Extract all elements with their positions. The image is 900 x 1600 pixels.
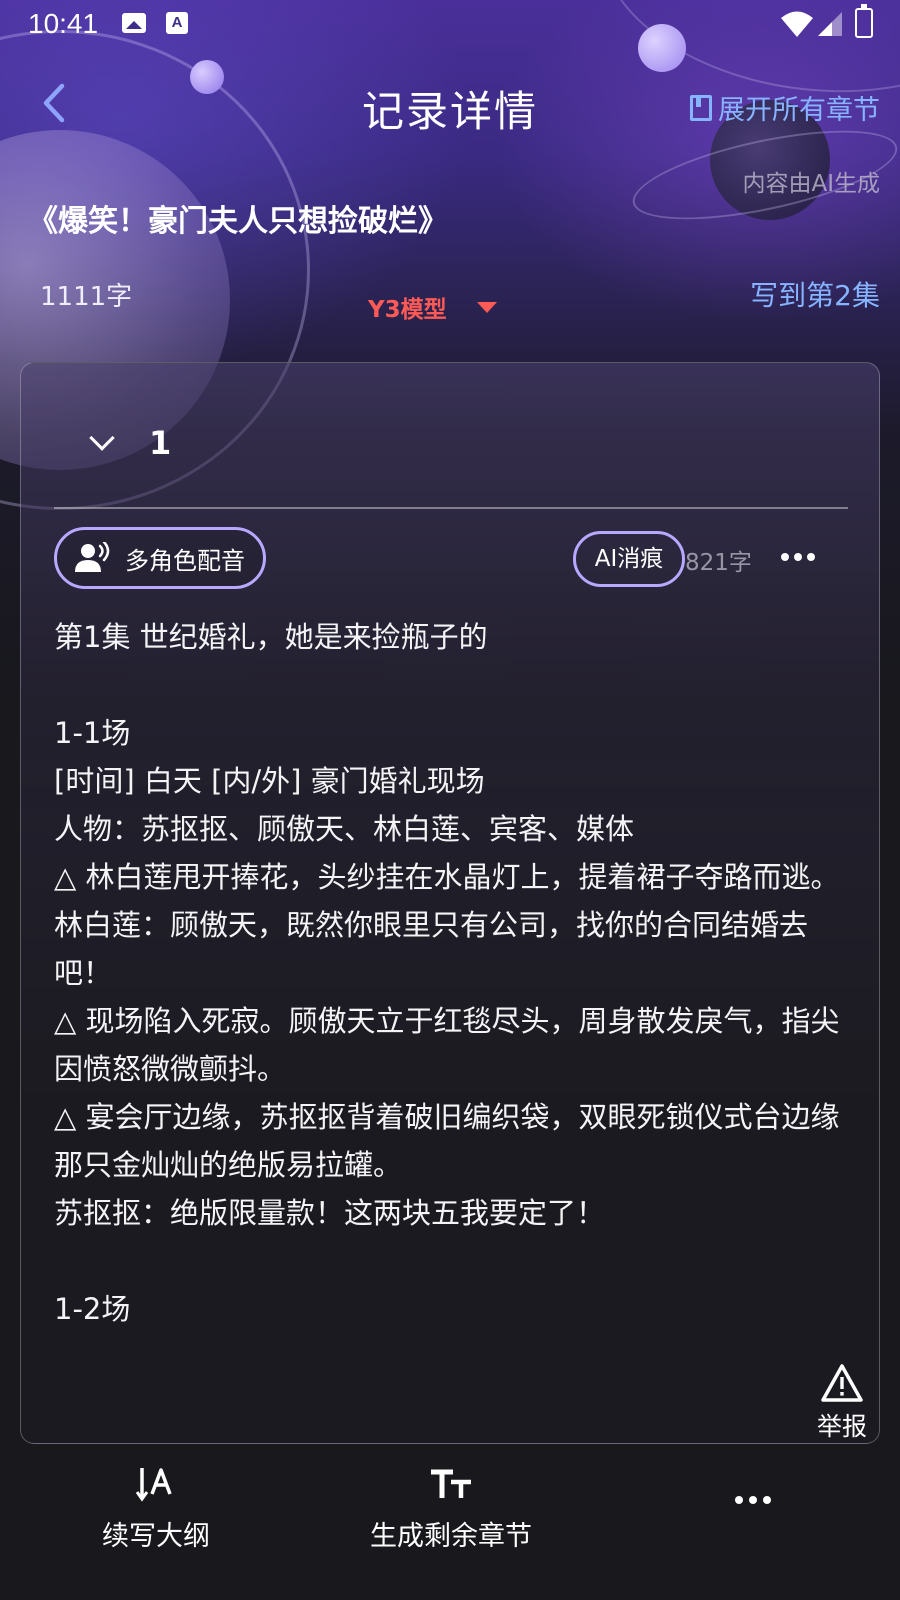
script-line: 1-2场 <box>54 1292 131 1326</box>
continue-outline-label: 续写大纲 <box>102 1521 210 1552</box>
script-line: △ 宴会厅边缘，苏抠抠背着破旧编织袋，双眼死锁仪式台边缘那只金灿灿的绝版易拉罐。 <box>54 1100 840 1182</box>
total-word-count: 1111字 <box>40 282 133 312</box>
script-line <box>54 661 844 709</box>
status-bar: 10:41 A <box>0 0 900 48</box>
text-cursor-icon <box>136 1468 172 1502</box>
status-time: 10:41 <box>28 8 99 39</box>
book-icon <box>690 94 712 121</box>
chapter-card: 1 多角色配音 AI消痕 821字 第1集 世纪婚礼，她是来捡瓶子的 1-1场 … <box>20 362 880 1444</box>
script-content: 第1集 世纪婚礼，她是来捡瓶子的 1-1场 [时间] 白天 [内/外] 豪门婚礼… <box>54 613 844 1333</box>
model-selector[interactable]: Y3模型 <box>368 290 497 324</box>
signal-icon <box>818 12 842 36</box>
script-line <box>54 1237 844 1285</box>
caret-down-icon <box>476 301 497 313</box>
script-line: 林白莲：顾傲天，既然你眼里只有公司，找你的合同结婚去吧！ <box>54 908 809 990</box>
chapter-toggle[interactable]: 1 <box>89 424 172 462</box>
script-line: [时间] 白天 [内/外] 豪门婚礼现场 <box>54 764 485 798</box>
expand-all-label: 展开所有章节 <box>718 95 880 126</box>
written-to-link[interactable]: 写到第2集 <box>750 274 880 314</box>
report-label: 举报 <box>816 1412 867 1441</box>
more-icon[interactable] <box>781 553 815 561</box>
voice-button-label: 多角色配音 <box>125 546 245 575</box>
generate-remaining-label: 生成剩余章节 <box>370 1521 532 1552</box>
continue-outline-button[interactable]: 续写大纲 <box>98 1460 214 1553</box>
script-line: 第1集 世纪婚礼，她是来捡瓶子的 <box>54 620 488 654</box>
voice-icon <box>75 542 110 572</box>
more-icon[interactable] <box>735 1496 771 1504</box>
bottom-toolbar: 续写大纲 生成剩余章节 <box>0 1460 900 1600</box>
multi-role-voice-button[interactable]: 多角色配音 <box>54 527 266 589</box>
script-line: △ 林白莲甩开捧花，头纱挂在水晶灯上，提着裙子夺路而逃。 <box>54 860 840 894</box>
script-line: 苏抠抠：绝版限量款！这两块五我要定了！ <box>54 1196 606 1230</box>
generate-remaining-button[interactable]: 生成剩余章节 <box>368 1460 534 1553</box>
script-line: 人物：苏抠抠、顾傲天、林白莲、宾客、媒体 <box>54 812 635 846</box>
chapter-number: 1 <box>149 424 172 462</box>
image-icon <box>122 13 146 33</box>
script-line: △ 现场陷入死寂。顾傲天立于红毯尽头，周身散发戾气，指尖因愤怒微微颤抖。 <box>54 1004 840 1086</box>
model-label: Y3模型 <box>368 297 447 323</box>
ai-trace-removal-button[interactable]: AI消痕 <box>573 531 685 587</box>
expand-all-chapters-button[interactable]: 展开所有章节 <box>690 88 880 127</box>
wifi-icon <box>781 11 813 37</box>
a-icon: A <box>166 12 188 34</box>
chevron-down-icon <box>89 425 115 451</box>
novel-title: 《爆笑！豪门夫人只想捡破烂》 <box>28 204 448 239</box>
report-button[interactable]: 举报 <box>805 1363 879 1443</box>
ai-generated-note: 内容由AI生成 <box>742 171 880 197</box>
text-size-icon <box>431 1469 471 1498</box>
script-line: 1-1场 <box>54 716 131 750</box>
chapter-word-count: 821字 <box>685 550 752 576</box>
warning-icon <box>821 1364 863 1402</box>
divider <box>54 507 848 509</box>
battery-icon <box>855 4 873 38</box>
